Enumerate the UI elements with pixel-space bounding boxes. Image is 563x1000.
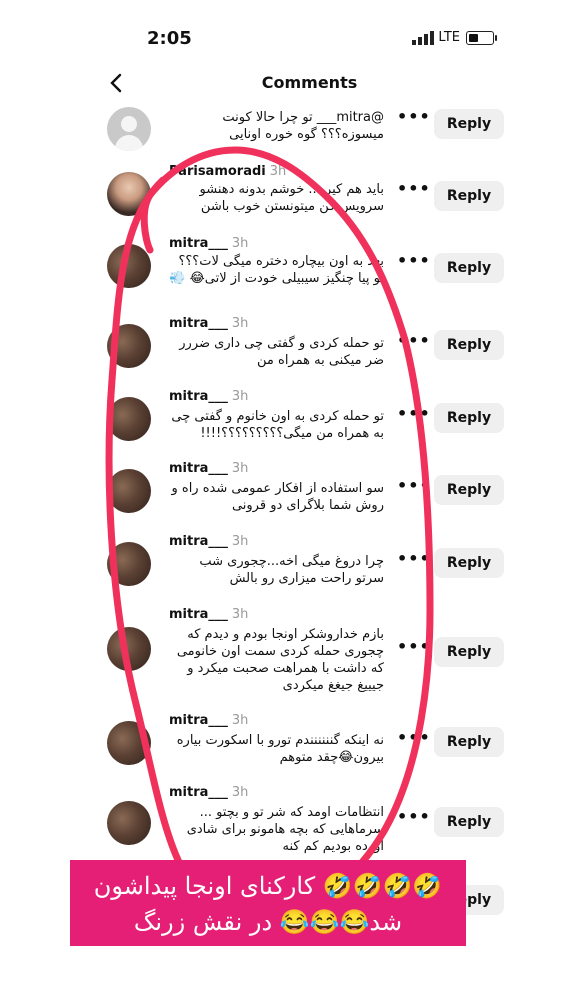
more-options-icon[interactable]: •••: [397, 251, 431, 270]
comment-time: 3h: [269, 164, 287, 179]
more-options-icon[interactable]: •••: [397, 107, 431, 126]
comment-username[interactable]: mitra___ 3h: [169, 534, 248, 549]
status-indicators: LTE: [412, 30, 497, 45]
comment-text: @mitra___ تو چرا حالا کونت میسوزه؟؟؟ گوه…: [222, 110, 384, 142]
more-options-icon[interactable]: •••: [397, 179, 431, 198]
avatar[interactable]: [107, 324, 151, 368]
comment-time: 3h: [231, 316, 249, 331]
reply-button[interactable]: Reply: [434, 548, 504, 578]
phone-screen: 2:05 LTE Comments @mitra___ تو چرا حالا …: [97, 13, 522, 933]
comment-username[interactable]: mitra___ 3h: [169, 236, 248, 251]
comment-text: بازم خداروشکر اونجا بودم و دیدم که چجوری…: [176, 627, 384, 693]
comment-text: تو حمله کردی به اون خانوم و گفتی چی به ه…: [171, 409, 384, 441]
more-options-icon[interactable]: •••: [397, 331, 431, 350]
reply-button[interactable]: Reply: [434, 330, 504, 360]
username-label[interactable]: mitra___: [169, 389, 228, 404]
reply-button[interactable]: Reply: [434, 637, 504, 667]
signal-icon: [412, 30, 435, 45]
comment-username[interactable]: mitra___ 3h: [169, 316, 248, 331]
username-label[interactable]: mitra___: [169, 534, 228, 549]
avatar[interactable]: [107, 397, 151, 441]
comment-time: 3h: [231, 461, 249, 476]
username-label[interactable]: mitra___: [169, 236, 228, 251]
caption-banner: 🤣🤣🤣🤣 کارکنای اونجا پیداشون شد😂😂😂 در نقش …: [70, 860, 466, 946]
reply-button[interactable]: Reply: [434, 253, 504, 283]
avatar[interactable]: [107, 801, 151, 845]
battery-icon: [466, 30, 497, 45]
comment-username[interactable]: mitra___ 3h: [169, 785, 248, 800]
comment-text: تو حمله کردی و گفتی چی داری ضررر ضر میکن…: [179, 336, 384, 368]
reply-button[interactable]: Reply: [434, 807, 504, 837]
caption-line-2: شد😂😂😂 در نقش زرنگ: [133, 908, 403, 936]
more-options-icon[interactable]: •••: [397, 807, 431, 826]
reply-button[interactable]: Reply: [434, 109, 504, 139]
comment-time: 3h: [231, 785, 249, 800]
network-label: LTE: [438, 30, 460, 45]
comment-text: انتظامات اومد که شر تو و بچتو ... سرماها…: [186, 805, 384, 854]
status-bar: 2:05 LTE: [97, 13, 522, 63]
avatar[interactable]: [107, 172, 151, 216]
avatar[interactable]: [107, 469, 151, 513]
avatar[interactable]: [107, 107, 151, 151]
comment-text: چرا دروغ میگی اخه...چجوری شب سرتو راحت م…: [199, 554, 384, 586]
avatar[interactable]: [107, 244, 151, 288]
more-options-icon[interactable]: •••: [397, 476, 431, 495]
username-label[interactable]: mitra___: [169, 461, 228, 476]
comment-text: سو استفاده از افکار عمومی شده راه و روش …: [171, 481, 384, 513]
comment-text: بعد به اون بیچاره دختره میگی لات؟؟؟ تو پ…: [169, 254, 384, 286]
comment-time: 3h: [231, 389, 249, 404]
username-label[interactable]: mitra___: [169, 316, 228, 331]
comment-time: 3h: [231, 713, 249, 728]
comment-text: نه اینکه گنننننندم تورو با اسکورت بیاره …: [176, 733, 384, 765]
reply-button[interactable]: Reply: [434, 475, 504, 505]
comment-username[interactable]: Parisamoradi 3h: [169, 164, 286, 179]
reply-button[interactable]: Reply: [434, 403, 504, 433]
avatar[interactable]: [107, 542, 151, 586]
comment-username[interactable]: mitra___ 3h: [169, 461, 248, 476]
comment-time: 3h: [231, 236, 249, 251]
comment-text: باید هم کیر ... خوشم بدونه دهنشو سرویس ک…: [199, 182, 385, 214]
more-options-icon[interactable]: •••: [397, 728, 431, 747]
avatar[interactable]: [107, 627, 151, 671]
avatar[interactable]: [107, 721, 151, 765]
reply-button[interactable]: Reply: [434, 727, 504, 757]
username-label[interactable]: Parisamoradi: [169, 164, 266, 179]
comment-username[interactable]: mitra___ 3h: [169, 607, 248, 622]
comment-time: 3h: [231, 534, 249, 549]
comment-username[interactable]: mitra___ 3h: [169, 713, 248, 728]
username-label[interactable]: mitra___: [169, 785, 228, 800]
status-time: 2:05: [147, 28, 192, 49]
page-title: Comments: [261, 73, 358, 92]
more-options-icon[interactable]: •••: [397, 404, 431, 423]
username-label[interactable]: mitra___: [169, 607, 228, 622]
more-options-icon[interactable]: •••: [397, 637, 431, 656]
username-label[interactable]: mitra___: [169, 713, 228, 728]
more-options-icon[interactable]: •••: [397, 549, 431, 568]
reply-button[interactable]: Reply: [434, 181, 504, 211]
caption-line-1: 🤣🤣🤣🤣 کارکنای اونجا پیداشون: [93, 872, 443, 900]
comment-time: 3h: [231, 607, 249, 622]
comments-header: Comments: [97, 63, 522, 103]
comment-username[interactable]: mitra___ 3h: [169, 389, 248, 404]
